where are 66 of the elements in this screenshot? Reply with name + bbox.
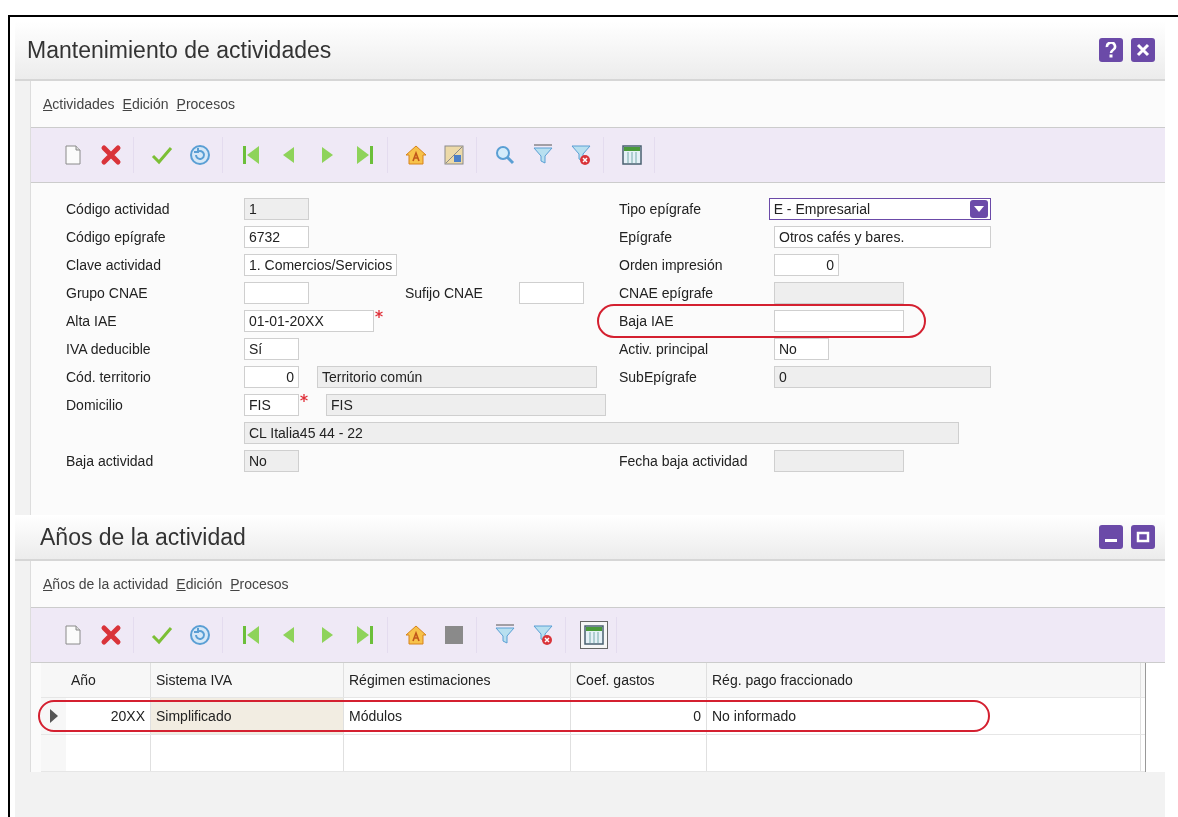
input-field[interactable]: Territorio común — [317, 366, 597, 388]
field-label: Fecha baja actividad — [619, 453, 749, 469]
window-title: Mantenimiento de actividades — [27, 36, 332, 64]
field-label: Orden impresión — [619, 257, 724, 273]
field-label: Cód. territorio — [66, 369, 152, 385]
table-cell: No informado — [707, 698, 1141, 734]
input-field[interactable] — [774, 282, 904, 304]
table-cell: 0 — [571, 698, 707, 734]
input-field[interactable]: Otros cafés y bares. — [774, 226, 991, 248]
field-label: Clave actividad — [66, 257, 162, 273]
question-mark-icon — [1104, 42, 1118, 58]
input-field[interactable] — [774, 310, 904, 332]
field-label: Tipo epígrafe — [619, 201, 702, 217]
field-label: Código epígrafe — [66, 229, 167, 245]
menu-item[interactable]: Edición — [176, 576, 223, 592]
section-title: Años de la actividad — [40, 523, 246, 551]
help-button[interactable] — [1099, 38, 1123, 62]
field-label: Sufijo CNAE — [405, 285, 483, 301]
close-icon — [1136, 43, 1150, 57]
input-field[interactable]: 0 — [774, 254, 839, 276]
input-field[interactable]: FIS — [326, 394, 606, 416]
input-field[interactable]: 0 — [774, 366, 991, 388]
field-label: Domicilio — [66, 397, 124, 413]
field-label: Alta IAE — [66, 313, 118, 329]
maximize-button[interactable] — [1131, 525, 1155, 549]
field-label: Grupo CNAE — [66, 285, 149, 301]
scrollbar[interactable] — [1145, 663, 1166, 772]
column-header[interactable]: Rég. pago fraccionado — [707, 663, 1141, 697]
column-header[interactable]: Régimen estimaciones — [344, 663, 571, 697]
input-field[interactable]: FIS — [244, 394, 299, 416]
dropdown[interactable]: E - Empresarial — [768, 198, 991, 220]
input-field[interactable] — [774, 450, 904, 472]
field-label: Activ. principal — [619, 341, 710, 357]
grid-icon[interactable] — [580, 621, 608, 649]
input-field[interactable]: 1. Comercios/Servicios — [244, 254, 398, 276]
field-label: IVA deducible — [66, 341, 152, 357]
column-header[interactable]: Coef. gastos — [571, 663, 707, 697]
minimize-button[interactable] — [1099, 525, 1123, 549]
maximize-icon — [1136, 530, 1150, 544]
input-field[interactable]: 1 — [244, 198, 309, 220]
field-label: Baja actividad — [66, 453, 155, 469]
input-field[interactable]: CL Italia45 44 - 22 — [244, 422, 959, 444]
field-label: Epígrafe — [619, 229, 673, 245]
row-header[interactable] — [41, 698, 66, 734]
minimize-icon — [1105, 538, 1117, 542]
close-button[interactable] — [1131, 38, 1155, 62]
field-label: CNAE epígrafe — [619, 285, 715, 301]
table-cell: Módulos — [344, 698, 571, 734]
menu-item[interactable]: Actividades — [43, 96, 115, 112]
input-field[interactable] — [244, 282, 309, 304]
input-field[interactable]: 6732 — [244, 226, 309, 248]
input-field[interactable]: 0 — [244, 366, 299, 388]
input-field[interactable]: No — [774, 338, 829, 360]
field-label: SubEpígrafe — [619, 369, 698, 385]
menu-item[interactable]: Años de la actividad — [43, 576, 169, 592]
input-field[interactable]: 01-01-20XX — [244, 310, 374, 332]
menu-item[interactable]: Edición — [122, 96, 169, 112]
menu-item[interactable]: Procesos — [176, 96, 235, 112]
column-header[interactable]: Año — [66, 663, 151, 697]
field-label: Código actividad — [66, 201, 171, 217]
input-field[interactable]: Sí — [244, 338, 299, 360]
column-header[interactable]: Sistema IVA — [151, 663, 344, 697]
field-label: Baja IAE — [619, 313, 675, 329]
input-field[interactable]: No — [244, 450, 299, 472]
input-field[interactable] — [518, 282, 584, 304]
menu-item[interactable]: Procesos — [230, 576, 289, 592]
